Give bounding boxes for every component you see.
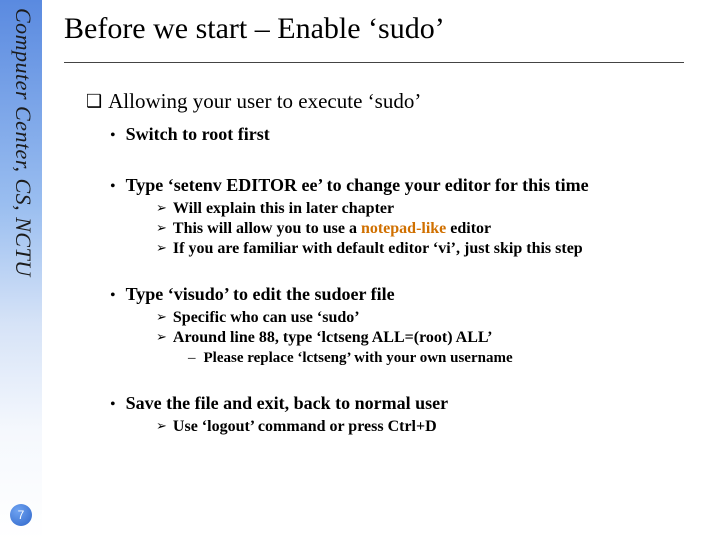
dot-bullet-icon: • — [110, 127, 116, 144]
sidebar: Computer Center, CS, NCTU 7 — [0, 0, 42, 540]
slide-number-badge: 7 — [10, 504, 32, 526]
sidebar-org-label: Computer Center, CS, NCTU — [10, 8, 36, 277]
slide-title: Before we start – Enable ‘sudo’ — [64, 12, 704, 46]
b2-s2a: This will allow you to use a — [173, 220, 361, 237]
bullet-l2: • Save the file and exit, back to normal … — [110, 393, 704, 414]
bullet-l3: ➢ This will allow you to use a notepad-li… — [156, 220, 704, 238]
title-rule — [64, 62, 684, 63]
triangle-bullet-icon: ➢ — [156, 418, 167, 433]
bullet-l4: –Please replace ‘lctseng’ with your own … — [188, 350, 704, 367]
b2-text: Type ‘setenv EDITOR ee’ to change your e… — [126, 175, 589, 195]
slide-body: ❑ Allowing your user to execute ‘sudo’ • S… — [86, 89, 704, 436]
slide-content: Before we start – Enable ‘sudo’ ❑ Allowin… — [64, 12, 704, 436]
b3-s1: Specific who can use ‘sudo’ — [173, 309, 360, 326]
dash-bullet-icon: – — [188, 350, 196, 366]
b4-text: Save the file and exit, back to normal u… — [126, 393, 448, 413]
b2-s1: Will explain this in later chapter — [173, 200, 394, 217]
bullet-l1: ❑ Allowing your user to execute ‘sudo’ — [86, 89, 704, 114]
bullet-l2: • Switch to root first — [110, 124, 704, 145]
b2-s3: If you are familiar with default editor … — [173, 240, 583, 257]
dot-bullet-icon: • — [110, 287, 116, 304]
bullet-l3: ➢ Specific who can use ‘sudo’ — [156, 309, 704, 327]
triangle-bullet-icon: ➢ — [156, 200, 167, 215]
bullet-l2: • Type ‘setenv EDITOR ee’ to change your … — [110, 175, 704, 196]
b4-s1: Use ‘logout’ command or press Ctrl+D — [173, 418, 437, 435]
triangle-bullet-icon: ➢ — [156, 309, 167, 324]
l1-text: Allowing your user to execute ‘sudo’ — [108, 89, 421, 113]
bullet-l3: ➢ Use ‘logout’ command or press Ctrl+D — [156, 418, 704, 436]
bullet-l3: ➢ Will explain this in later chapter — [156, 200, 704, 218]
b2-s2c: editor — [446, 220, 491, 237]
b2-s2b-highlight: notepad-like — [361, 220, 446, 237]
b3-text: Type ‘visudo’ to edit the sudoer file — [126, 284, 395, 304]
b1-text: Switch to root first — [126, 124, 270, 144]
slide-number: 7 — [18, 508, 25, 522]
bullet-l3: ➢ Around line 88, type ‘lctseng ALL=(root… — [156, 329, 704, 347]
triangle-bullet-icon: ➢ — [156, 240, 167, 255]
dot-bullet-icon: • — [110, 178, 116, 195]
triangle-bullet-icon: ➢ — [156, 220, 167, 235]
b3-s2: Around line 88, type ‘lctseng ALL=(root)… — [173, 329, 493, 346]
square-bullet-icon: ❑ — [86, 91, 102, 111]
bullet-l3: ➢ If you are familiar with default editor… — [156, 240, 704, 258]
bullet-l2: • Type ‘visudo’ to edit the sudoer file — [110, 284, 704, 305]
b3-s2a: Please replace ‘lctseng’ with your own u… — [204, 350, 513, 366]
dot-bullet-icon: • — [110, 396, 116, 413]
triangle-bullet-icon: ➢ — [156, 329, 167, 344]
